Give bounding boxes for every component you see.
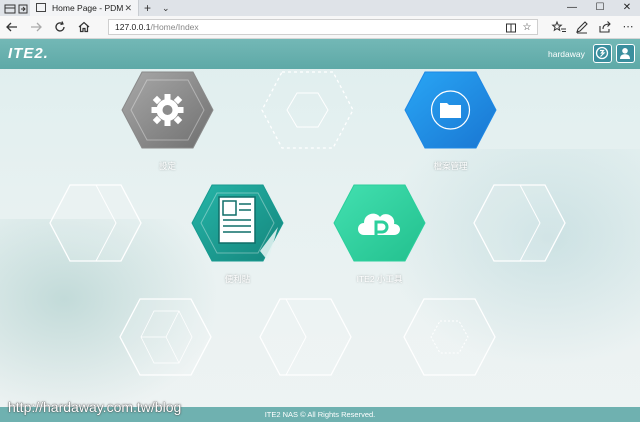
app-page: ITE2. hardaway 設定 檔案管理 便利貼 ITE2 小工具 ITE2…: [0, 39, 640, 422]
browser-titlebar: Home Page - PDM ✕ + ⌄ — ☐ ✕: [0, 0, 640, 16]
gear-icon: [151, 94, 184, 126]
tile-settings[interactable]: 設定: [120, 70, 215, 171]
tab-actions-icon[interactable]: [4, 2, 16, 14]
notepad-icon: [218, 196, 256, 244]
sync-icon: [595, 46, 609, 60]
tile-empty-slot[interactable]: [258, 297, 353, 377]
maximize-button[interactable]: ☐: [586, 0, 614, 16]
page-favicon-icon: [36, 3, 46, 12]
favorite-star-icon[interactable]: ☆: [521, 22, 533, 34]
tile-ite2-cloud[interactable]: ITE2 小工具: [332, 183, 427, 284]
home-icon[interactable]: [76, 19, 92, 35]
tile-label: 便利貼: [224, 274, 251, 284]
reading-view-icon[interactable]: [505, 22, 517, 34]
app-header: ITE2. hardaway: [0, 39, 640, 69]
user-icon: [620, 48, 630, 59]
close-tab-icon[interactable]: ✕: [124, 2, 132, 14]
blog-watermark: http://hardaway.com.tw/blog: [8, 399, 182, 415]
address-bar[interactable]: 127.0.0.1/Home/Index ☆: [108, 19, 538, 35]
tile-empty-slot[interactable]: [260, 70, 355, 150]
browser-navbar: 127.0.0.1/Home/Index ☆ ⋯: [0, 16, 640, 39]
user-profile-button[interactable]: [616, 44, 635, 63]
tile-label: ITE2 小工具: [356, 274, 403, 284]
tile-empty-slot[interactable]: [48, 183, 143, 263]
tile-file-manager[interactable]: 檔案管理: [403, 70, 498, 171]
folder-icon: [440, 103, 461, 118]
browser-tab[interactable]: Home Page - PDM ✕: [30, 0, 139, 16]
tab-list-chevron-icon[interactable]: ⌄: [162, 1, 170, 15]
ite2-logo[interactable]: ITE2.: [8, 45, 49, 63]
tile-label: 設定: [158, 161, 176, 171]
minimize-button[interactable]: —: [558, 0, 586, 16]
tile-notes[interactable]: 便利貼: [190, 183, 285, 284]
favorites-icon[interactable]: [551, 19, 567, 35]
back-icon[interactable]: [4, 19, 20, 35]
share-icon[interactable]: [597, 19, 613, 35]
more-menu-icon[interactable]: ⋯: [620, 19, 636, 35]
address-path: /Home/Index: [150, 22, 199, 32]
web-note-icon[interactable]: [574, 19, 590, 35]
refresh-icon[interactable]: [52, 19, 68, 35]
tile-empty-slot[interactable]: [402, 297, 497, 377]
username: hardaway: [548, 49, 585, 59]
address-host: 127.0.0.1/Home/Index: [115, 22, 199, 32]
forward-icon[interactable]: [28, 19, 44, 35]
tile-empty-slot[interactable]: [118, 297, 213, 377]
new-tab-button[interactable]: +: [144, 1, 151, 15]
tile-label: 檔案管理: [433, 161, 468, 171]
sync-button[interactable]: [593, 44, 612, 63]
close-window-button[interactable]: ✕: [613, 0, 640, 16]
tab-title: Home Page - PDM: [52, 3, 124, 13]
tile-empty-slot[interactable]: [472, 183, 567, 263]
set-tabs-aside-icon[interactable]: [17, 2, 29, 14]
